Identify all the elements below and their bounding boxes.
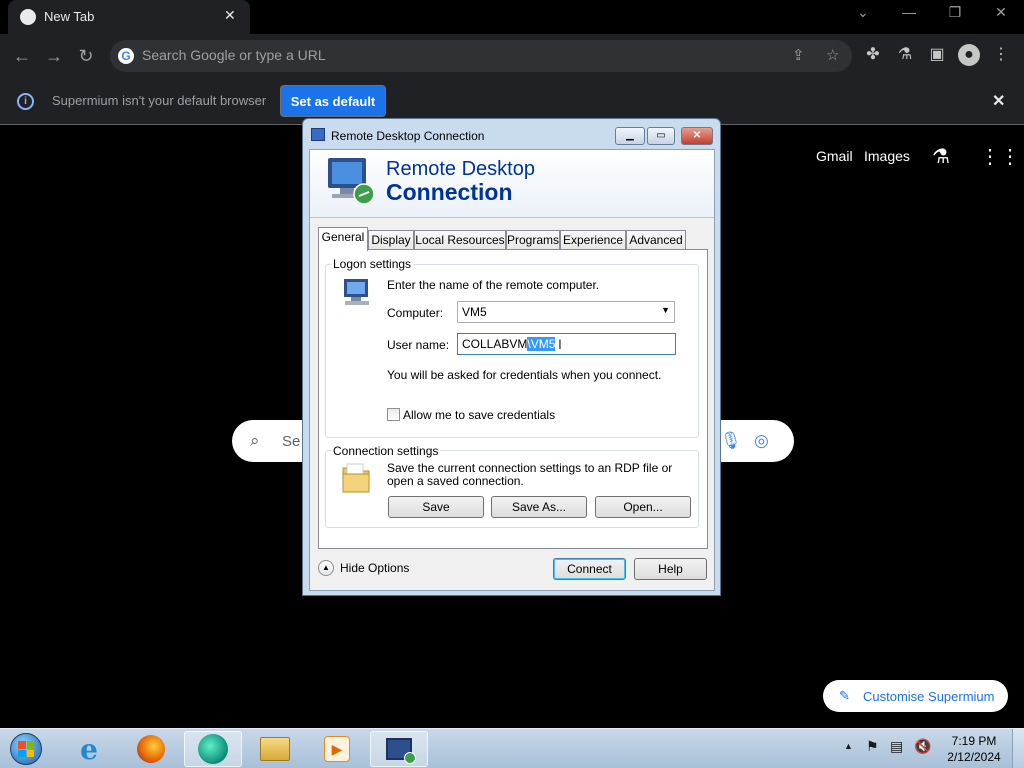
- computer-icon: [344, 279, 369, 305]
- dialog-maximize-button[interactable]: ▭: [647, 127, 675, 145]
- banner-line2: Connection: [386, 179, 513, 205]
- omnibox-placeholder: Search Google or type a URL: [142, 47, 326, 63]
- infobar-message: Supermium isn't your default browser: [52, 93, 267, 108]
- google-lens-icon[interactable]: ◎: [754, 431, 769, 451]
- dialog-close-button[interactable]: ✕: [681, 127, 713, 145]
- bookmark-star-icon[interactable]: ☆: [826, 46, 839, 64]
- connect-button[interactable]: Connect: [553, 558, 626, 580]
- labs-flask-icon[interactable]: ⚗: [894, 44, 916, 66]
- clock-date: 2/12/2024: [947, 750, 1001, 764]
- pencil-icon: ✎: [839, 688, 850, 703]
- share-icon[interactable]: ⇪: [792, 46, 805, 64]
- voice-search-mic-icon[interactable]: 🎙: [720, 431, 742, 451]
- rdp-monitor-icon: [328, 158, 375, 205]
- username-prefix: COLLABVM: [462, 337, 528, 351]
- images-link[interactable]: Images: [864, 148, 910, 164]
- browser-tab-strip: New Tab ✕ ⌄ — ❐ ✕: [0, 0, 1024, 34]
- browser-tab[interactable]: New Tab ✕: [8, 0, 250, 34]
- tab-display[interactable]: Display: [368, 230, 414, 250]
- apps-grid-icon[interactable]: ⋮⋮⋮: [980, 144, 1024, 169]
- rdp-taskbar-icon[interactable]: [370, 731, 428, 767]
- show-hidden-icons-chevron-up-icon[interactable]: ▲: [844, 741, 853, 751]
- username-selected-text: \VM5: [527, 337, 556, 351]
- computer-combobox[interactable]: VM5 ▼: [457, 301, 675, 323]
- save-as-button[interactable]: Save As...: [491, 496, 587, 518]
- rdp-banner: Remote Desktop Connection: [310, 150, 714, 218]
- dialog-body: Remote Desktop Connection General Displa…: [309, 149, 715, 591]
- save-credentials-checkbox[interactable]: [387, 408, 400, 421]
- search-icon: ⌕: [250, 431, 260, 450]
- dialog-title: Remote Desktop Connection: [331, 129, 485, 143]
- google-g-icon: G: [118, 48, 134, 64]
- rdp-title-icon: [311, 128, 325, 141]
- volume-muted-icon[interactable]: 🔇: [914, 738, 931, 755]
- gmail-link[interactable]: Gmail: [816, 148, 853, 164]
- general-tab-panel: Logon settings Enter the name of the rem…: [318, 249, 708, 549]
- computer-label: Computer:: [387, 306, 444, 320]
- internet-explorer-taskbar-icon[interactable]: e: [60, 731, 118, 767]
- credentials-note: You will be asked for credentials when y…: [387, 368, 662, 382]
- customise-button[interactable]: ✎ Customise Supermium: [823, 680, 1008, 712]
- minimize-window-button[interactable]: —: [894, 4, 924, 20]
- hide-options-chevron-up-icon[interactable]: ▲: [318, 560, 334, 576]
- back-arrow-icon[interactable]: ←: [10, 44, 34, 68]
- tab-local-resources[interactable]: Local Resources: [414, 230, 506, 250]
- tab-title: New Tab: [44, 9, 95, 24]
- network-icon[interactable]: ▤: [890, 738, 903, 755]
- start-button[interactable]: [6, 731, 46, 767]
- folder-icon: [342, 463, 370, 493]
- reload-icon[interactable]: ↻: [74, 44, 98, 68]
- set-as-default-button[interactable]: Set as default: [280, 85, 386, 117]
- connection-description: Save the current connection settings to …: [387, 461, 673, 488]
- logon-instruction: Enter the name of the remote computer.: [387, 278, 600, 292]
- windows-taskbar: e ▶ ▲ ⚑ ▤ 🔇: [0, 728, 1024, 768]
- tab-experience[interactable]: Experience: [560, 230, 626, 250]
- supermium-taskbar-icon[interactable]: [184, 731, 242, 767]
- show-desktop-button[interactable]: [1012, 729, 1024, 768]
- tab-advanced[interactable]: Advanced: [626, 230, 686, 250]
- chevron-down-icon[interactable]: ▼: [661, 305, 670, 315]
- hide-options-link[interactable]: Hide Options: [340, 561, 409, 575]
- infobar-close-icon[interactable]: ✕: [992, 91, 1005, 111]
- tab-general[interactable]: General: [318, 227, 368, 251]
- omnibox[interactable]: G Search Google or type a URL ⇪ ☆: [110, 40, 852, 72]
- logon-settings-title: Logon settings: [331, 257, 414, 271]
- customise-label: Customise Supermium: [863, 689, 995, 704]
- restore-window-button[interactable]: ❐: [940, 4, 970, 21]
- text-cursor-icon: I: [558, 336, 562, 352]
- media-player-taskbar-icon[interactable]: ▶: [308, 731, 366, 767]
- banner-line1: Remote Desktop: [386, 158, 535, 180]
- save-credentials-label: Allow me to save credentials: [403, 408, 556, 422]
- clock-time: 7:19 PM: [951, 734, 997, 748]
- computer-value: VM5: [462, 305, 487, 319]
- username-input[interactable]: COLLABVM\VM5 I: [457, 333, 676, 355]
- save-button[interactable]: Save: [388, 496, 484, 518]
- username-label: User name:: [387, 338, 450, 352]
- labs-flask-icon[interactable]: ⚗: [932, 144, 950, 169]
- help-button[interactable]: Help: [634, 558, 707, 580]
- dialog-minimize-button[interactable]: ▁: [615, 127, 645, 145]
- search-partial-text: Se: [282, 433, 301, 450]
- tab-close-icon[interactable]: ✕: [224, 7, 236, 24]
- action-center-flag-icon[interactable]: ⚑: [866, 738, 879, 755]
- info-icon: i: [17, 93, 34, 110]
- tab-search-icon[interactable]: ⌄: [848, 4, 878, 21]
- file-explorer-taskbar-icon[interactable]: [246, 731, 304, 767]
- tab-favicon-icon: [20, 9, 36, 25]
- tab-programs[interactable]: Programs: [506, 230, 560, 250]
- side-panel-icon[interactable]: ▣: [926, 44, 948, 66]
- taskbar-clock[interactable]: 7:19 PM 2/12/2024: [944, 733, 1004, 765]
- windows-logo-icon: [10, 733, 42, 765]
- profile-avatar-icon[interactable]: ●: [958, 44, 980, 66]
- menu-kebab-icon[interactable]: ⋮: [990, 44, 1012, 66]
- browser-toolbar: ← → ↻ G Search Google or type a URL ⇪ ☆ …: [0, 34, 1024, 78]
- open-button[interactable]: Open...: [595, 496, 691, 518]
- forward-arrow-icon[interactable]: →: [42, 44, 66, 68]
- connection-settings-title: Connection settings: [331, 444, 441, 458]
- close-window-button[interactable]: ✕: [986, 4, 1016, 21]
- rdp-dialog: Remote Desktop Connection ▁ ▭ ✕ Remote D…: [302, 118, 721, 596]
- extensions-puzzle-icon[interactable]: ✤: [862, 44, 884, 66]
- firefox-taskbar-icon[interactable]: [122, 731, 180, 767]
